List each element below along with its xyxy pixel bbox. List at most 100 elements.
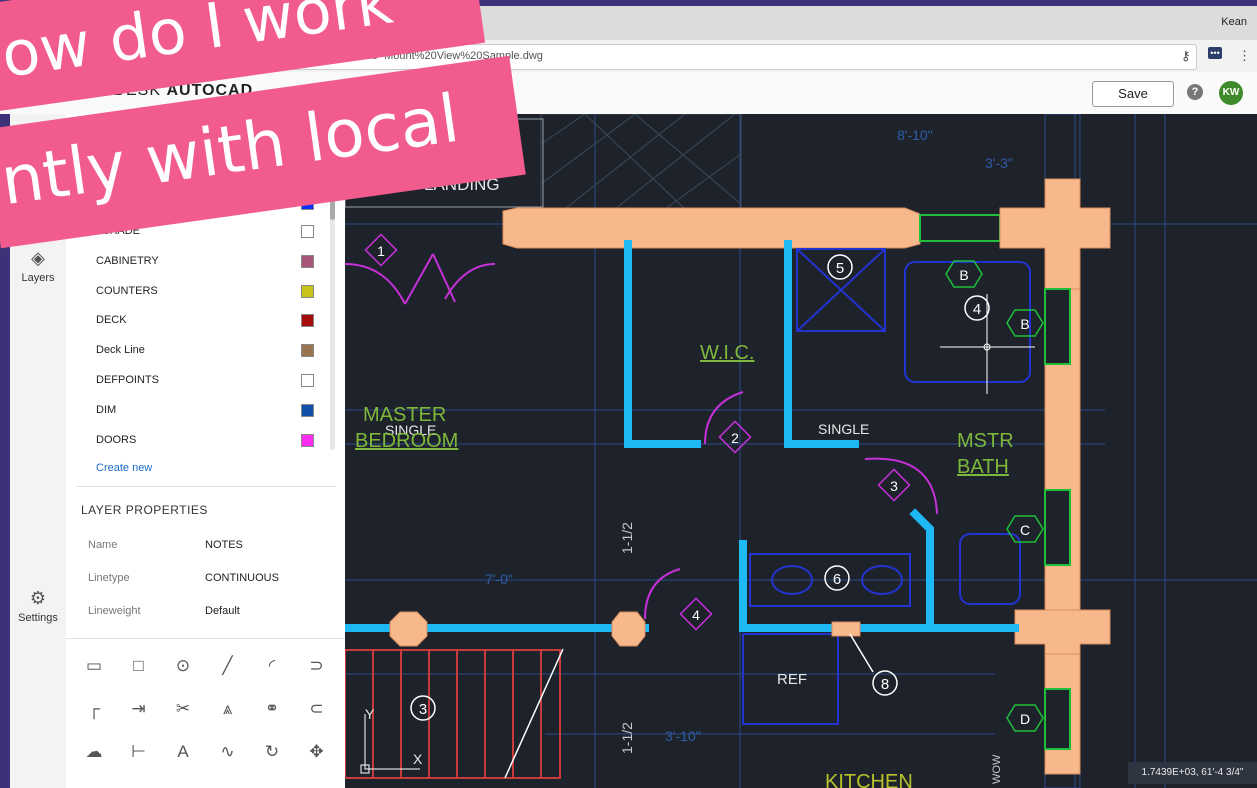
dim-3-3: 3'-3": [985, 155, 1013, 171]
coordinate-readout: 1.7439E+03, 61'-4 3/4": [1128, 762, 1257, 784]
save-button[interactable]: Save: [1092, 81, 1174, 107]
label-wow: WOW: [991, 754, 1003, 784]
label-axis-y: Y: [365, 706, 375, 722]
marker-circle-4-text: 4: [973, 301, 981, 318]
panel-divider: [76, 486, 336, 487]
trim-icon[interactable]: ✂: [169, 695, 197, 723]
ucs-icon: [360, 714, 420, 774]
rail-settings-button[interactable]: ⚙ Settings: [10, 588, 66, 624]
marker-circle-6-text: 6: [833, 571, 841, 588]
marker-hex-d-text: D: [1020, 711, 1030, 727]
prop-lineweight-value[interactable]: Default: [205, 605, 240, 617]
layer-row[interactable]: DIM: [96, 396, 314, 426]
marker-circle-8-text: 8: [881, 676, 889, 693]
layer-row[interactable]: DOORS: [96, 426, 314, 456]
dim-1-1-2-b: 1-1/2: [619, 722, 635, 754]
marker-diamond-1-text: 1: [377, 243, 385, 259]
layer-color-swatch[interactable]: [301, 254, 314, 268]
layer-name: COUNTERS: [96, 284, 158, 297]
dimension-icon[interactable]: ⊢: [125, 738, 153, 766]
browser-user-name[interactable]: Kean: [1221, 16, 1247, 28]
stairs: [345, 649, 561, 779]
fillet-icon[interactable]: ┌: [80, 695, 108, 723]
marker-diamond-3-text: 3: [890, 478, 898, 494]
marker-diamond-2-text: 2: [731, 430, 739, 446]
rectangle-icon[interactable]: □: [125, 652, 153, 680]
browser-menu-icon[interactable]: ⋮: [1238, 48, 1251, 64]
move-icon[interactable]: ✥: [303, 738, 331, 766]
rail-settings-label: Settings: [18, 612, 58, 624]
layer-name: DIM: [96, 403, 117, 416]
dim-1-1-2-a: 1-1/2: [619, 522, 635, 554]
label-bedroom: BEDROOM: [355, 430, 458, 452]
drawing-canvas[interactable]: LANDING SINGLE REF SINGLE Y X W.I.C. MAS…: [345, 114, 1257, 788]
text-icon[interactable]: A: [169, 738, 197, 766]
layer-properties-title: LAYER PROPERTIES: [81, 503, 208, 517]
help-icon[interactable]: ?: [1187, 84, 1203, 100]
rail-layers-label: Layers: [21, 272, 55, 284]
label-wic: W.I.C.: [700, 342, 754, 364]
mirror-icon[interactable]: ⩓: [214, 695, 242, 723]
layer-name: Deck Line: [96, 344, 145, 357]
layer-row[interactable]: DECK: [96, 306, 314, 336]
gear-icon: ⚙: [29, 588, 47, 608]
layer-color-swatch[interactable]: [301, 225, 314, 238]
layer-name: DECK: [96, 314, 127, 327]
prop-lineweight-label: Lineweight: [88, 605, 141, 617]
layer-color-swatch[interactable]: [301, 433, 314, 447]
layers-icon: ◈: [31, 248, 45, 268]
avatar[interactable]: KW: [1219, 81, 1243, 105]
key-icon[interactable]: ⚷: [1181, 48, 1191, 64]
rotate-icon[interactable]: ↻: [258, 738, 286, 766]
hatch-area: [540, 114, 742, 210]
layer-name: CABINETRY: [96, 254, 159, 267]
prop-linetype-label: Linetype: [88, 572, 130, 584]
extension-icon[interactable]: •••: [1208, 47, 1222, 59]
label-kitchen: KITCHEN: [825, 771, 913, 788]
layer-color-swatch[interactable]: [301, 284, 314, 298]
circle-icon[interactable]: ⊙: [169, 652, 197, 680]
label-axis-x: X: [413, 751, 423, 767]
dim-7-0: 7'-0": [485, 571, 513, 587]
crosshair: [940, 294, 1035, 394]
label-single-bath: SINGLE: [818, 421, 869, 437]
layer-color-swatch[interactable]: [301, 344, 314, 358]
extend-icon[interactable]: ⇥: [125, 695, 153, 723]
spline-icon[interactable]: ∿: [214, 738, 242, 766]
polyline-icon[interactable]: ⊃: [303, 652, 331, 680]
layer-row[interactable]: COUNTERS: [96, 277, 314, 307]
rail-layers-button[interactable]: ◈ Layers: [10, 248, 66, 284]
marker-hex-c-text: C: [1020, 522, 1030, 538]
layer-color-swatch[interactable]: [301, 314, 314, 328]
layer-row[interactable]: DEFPOINTS: [96, 366, 314, 396]
layer-row[interactable]: CABINETRY: [96, 247, 314, 277]
marker-leader: [849, 633, 874, 673]
prop-name-value[interactable]: NOTES: [205, 539, 243, 551]
label-mstr: MSTR: [957, 430, 1014, 452]
marker-hex-b1-text: B: [959, 267, 968, 283]
create-new-layer-link[interactable]: Create new: [96, 462, 152, 474]
measure-icon[interactable]: ▭: [80, 652, 108, 680]
cloud-icon[interactable]: ☁: [80, 738, 108, 766]
layer-row[interactable]: Deck Line: [96, 336, 314, 366]
prop-name-label: Name: [88, 539, 118, 551]
label-master: MASTER: [363, 404, 446, 426]
layer-color-swatch[interactable]: [301, 374, 314, 387]
marker-circle-5-text: 5: [836, 260, 844, 277]
marker-hex-b2-text: B: [1020, 316, 1029, 332]
marker-diamond-4-text: 4: [692, 607, 700, 623]
tools-divider: [66, 638, 346, 639]
arc-icon[interactable]: ◜: [258, 652, 286, 680]
label-ref: REF: [777, 671, 807, 688]
layer-color-swatch[interactable]: [301, 403, 314, 417]
marker-circle-3-text: 3: [419, 701, 427, 718]
layer-name: DEFPOINTS: [96, 374, 159, 386]
offset-icon[interactable]: ⊂: [303, 695, 331, 723]
copy-icon[interactable]: ⚭: [258, 695, 286, 723]
dim-3-10: 3'-10": [665, 728, 701, 744]
label-bath: BATH: [957, 456, 1009, 478]
prop-linetype-value[interactable]: CONTINUOUS: [205, 572, 279, 584]
line-icon[interactable]: ╱: [214, 652, 242, 680]
layer-name: DOORS: [96, 433, 137, 446]
dim-8-10: 8'-10": [897, 127, 933, 143]
